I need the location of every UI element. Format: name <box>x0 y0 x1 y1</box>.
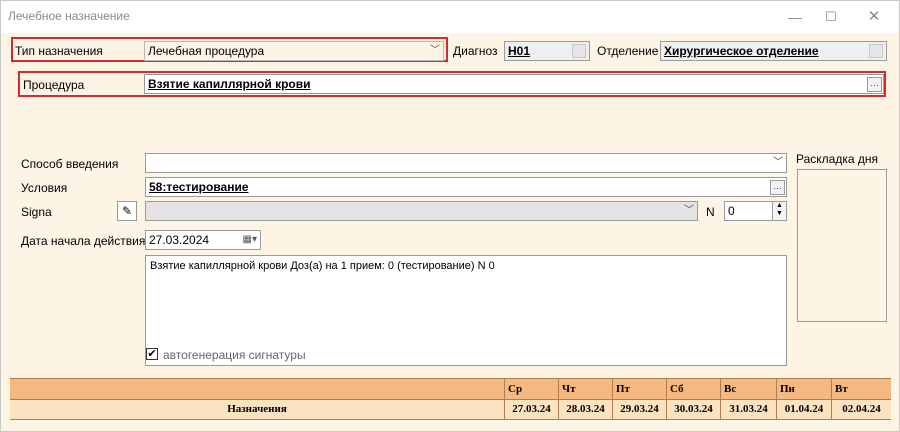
procedure-field[interactable]: Взятие капиллярной крови <box>144 74 884 94</box>
grid-day-header: Вт <box>831 379 891 399</box>
grid-row[interactable]: Назначения 27.03.24 28.03.24 29.03.24 30… <box>10 400 891 420</box>
maximize-icon[interactable]: ☐ <box>811 5 851 29</box>
grid-day-header: Ср <box>504 379 558 399</box>
department-label: Отделение <box>597 44 659 58</box>
start-date-value: 27.03.2024 <box>149 233 210 247</box>
day-layout-box[interactable] <box>797 169 887 322</box>
grid-row-label: Назначения <box>227 403 287 415</box>
procedure-value[interactable]: Взятие капиллярной крови <box>148 77 311 91</box>
route-select[interactable]: ﹀ <box>145 153 787 173</box>
grid-date-cell[interactable]: 29.03.24 <box>612 400 666 419</box>
grid-day-header: Вс <box>720 379 776 399</box>
autogen-checkbox[interactable]: ✔ <box>146 348 158 360</box>
procedure-label: Процедура <box>23 78 85 92</box>
procedure-ellipsis-icon[interactable]: … <box>867 77 882 92</box>
day-layout-label: Раскладка дня <box>796 152 878 166</box>
grid-day-header: Пн <box>776 379 831 399</box>
grid-date-cell[interactable]: 01.04.24 <box>776 400 831 419</box>
diagnosis-label: Диагноз <box>453 44 498 58</box>
prescription-window: Лечебное назначение — ☐ ✕ Тип назначения… <box>0 0 900 432</box>
signa-label: Signa <box>21 205 52 219</box>
autogen-label: автогенерация сигнатуры <box>163 348 306 362</box>
signature-text: Взятие капиллярной крови Доз(а) на 1 при… <box>150 260 495 272</box>
pencil-icon[interactable]: ✎ <box>117 201 137 221</box>
chevron-down-icon: ﹀ <box>430 45 440 56</box>
department-value[interactable]: Хирургическое отделение <box>664 44 819 58</box>
conditions-value[interactable]: 58:тестирование <box>149 180 249 194</box>
grid-day-header: Сб <box>666 379 720 399</box>
diagnosis-lookup-icon[interactable] <box>572 44 586 58</box>
type-select[interactable]: Лечебная процедура ﹀ <box>144 41 444 61</box>
department-lookup-icon[interactable] <box>869 44 883 58</box>
conditions-ellipsis-icon[interactable]: … <box>770 180 785 195</box>
n-value: 0 <box>728 204 735 218</box>
type-select-value: Лечебная процедура <box>148 44 265 58</box>
conditions-field[interactable]: 58:тестирование <box>145 177 787 197</box>
grid-date-cell[interactable]: 28.03.24 <box>558 400 612 419</box>
grid-date-cell[interactable]: 30.03.24 <box>666 400 720 419</box>
start-date-field[interactable]: 27.03.2024 ▦▾ <box>145 230 261 250</box>
chevron-down-icon: ﹀ <box>773 157 783 168</box>
title-bar: Лечебное назначение — ☐ ✕ <box>1 1 899 33</box>
checkmark-icon: ✔ <box>147 348 157 360</box>
conditions-label: Условия <box>21 181 68 195</box>
department-field[interactable]: Хирургическое отделение <box>660 41 887 61</box>
n-stepper[interactable]: 0 ▲ ▼ <box>724 201 787 221</box>
grid-day-header: Пт <box>612 379 666 399</box>
grid-date-cell[interactable]: 31.03.24 <box>720 400 776 419</box>
type-label: Тип назначения <box>15 44 103 58</box>
n-label: N <box>706 205 715 219</box>
start-date-label: Дата начала действия <box>21 234 146 248</box>
grid-header: Ср Чт Пт Сб Вс Пн Вт <box>10 378 891 400</box>
close-icon[interactable]: ✕ <box>854 5 894 29</box>
chevron-down-icon: ﹀ <box>684 205 694 216</box>
diagnosis-value[interactable]: H01 <box>508 44 530 58</box>
minimize-icon[interactable]: — <box>775 5 815 29</box>
grid-date-cell[interactable]: 02.04.24 <box>831 400 891 419</box>
grid-date-cell[interactable]: 27.03.24 <box>504 400 558 419</box>
stepper-arrows-icon[interactable]: ▲ ▼ <box>772 202 786 220</box>
signa-select[interactable]: ﹀ <box>145 201 698 221</box>
window-title: Лечебное назначение <box>8 9 130 23</box>
route-label: Способ введения <box>21 157 119 171</box>
grid-day-header: Чт <box>558 379 612 399</box>
calendar-icon[interactable]: ▦▾ <box>243 231 257 249</box>
